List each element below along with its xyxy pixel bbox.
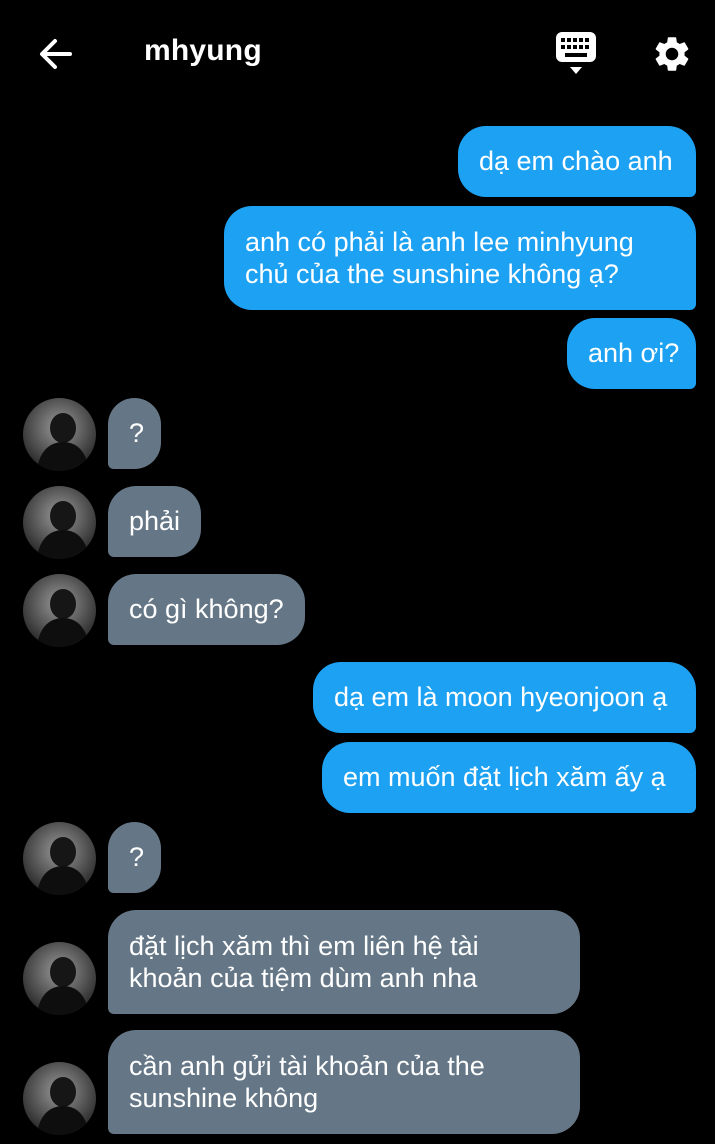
message-bubble-outgoing[interactable]: dạ em là moon hyeonjoon ạ: [313, 662, 696, 733]
avatar[interactable]: [23, 398, 96, 471]
message-text: đặt lịch xăm thì em liên hệ tài: [129, 931, 479, 961]
message-bubble-incoming[interactable]: phải: [108, 486, 201, 557]
avatar[interactable]: [23, 942, 96, 1015]
conversation-title: mhyung: [144, 34, 262, 67]
avatar[interactable]: [23, 1062, 96, 1135]
message-text: anh ơi?: [588, 338, 680, 368]
message-bubble-incoming[interactable]: ?: [108, 822, 161, 893]
message-text: ?: [129, 418, 145, 448]
message-text: phải: [129, 506, 181, 536]
message-text: dạ em chào anh: [479, 146, 673, 176]
message-text: dạ em là moon hyeonjoon ạ: [334, 682, 668, 712]
message-bubble-incoming[interactable]: đặt lịch xăm thì em liên hệ tài khoản củ…: [108, 910, 580, 1014]
back-button[interactable]: [32, 30, 80, 78]
chat-header: mhyung: [0, 0, 715, 110]
message-text: sunshine không: [129, 1083, 319, 1113]
settings-button[interactable]: [648, 30, 696, 78]
message-text: anh có phải là anh lee minhyung: [245, 227, 634, 257]
message-bubble-incoming[interactable]: ?: [108, 398, 161, 469]
avatar[interactable]: [23, 574, 96, 647]
avatar[interactable]: [23, 822, 96, 895]
message-text: có gì không?: [129, 594, 284, 624]
message-bubble-outgoing[interactable]: anh ơi?: [567, 318, 696, 389]
keyboard-button[interactable]: [552, 30, 600, 80]
message-text: ?: [129, 842, 145, 872]
gear-icon: [655, 37, 689, 71]
message-bubble-outgoing[interactable]: dạ em chào anh: [458, 126, 696, 197]
message-text: cần anh gửi tài khoản của the: [129, 1051, 485, 1081]
message-text: em muốn đặt lịch xăm ấy ạ: [343, 762, 666, 792]
arrow-left-icon: [40, 39, 72, 69]
message-bubble-incoming[interactable]: cần anh gửi tài khoản của the sunshine k…: [108, 1030, 580, 1134]
message-text: khoản của tiệm dùm anh nha: [129, 963, 478, 993]
message-bubble-incoming[interactable]: có gì không?: [108, 574, 305, 645]
keyboard-icon: [556, 32, 596, 74]
avatar[interactable]: [23, 486, 96, 559]
message-text: chủ của the sunshine không ạ?: [245, 259, 619, 289]
message-bubble-outgoing[interactable]: em muốn đặt lịch xăm ấy ạ: [322, 742, 696, 813]
message-bubble-outgoing[interactable]: anh có phải là anh lee minhyung chủ của …: [224, 206, 696, 310]
